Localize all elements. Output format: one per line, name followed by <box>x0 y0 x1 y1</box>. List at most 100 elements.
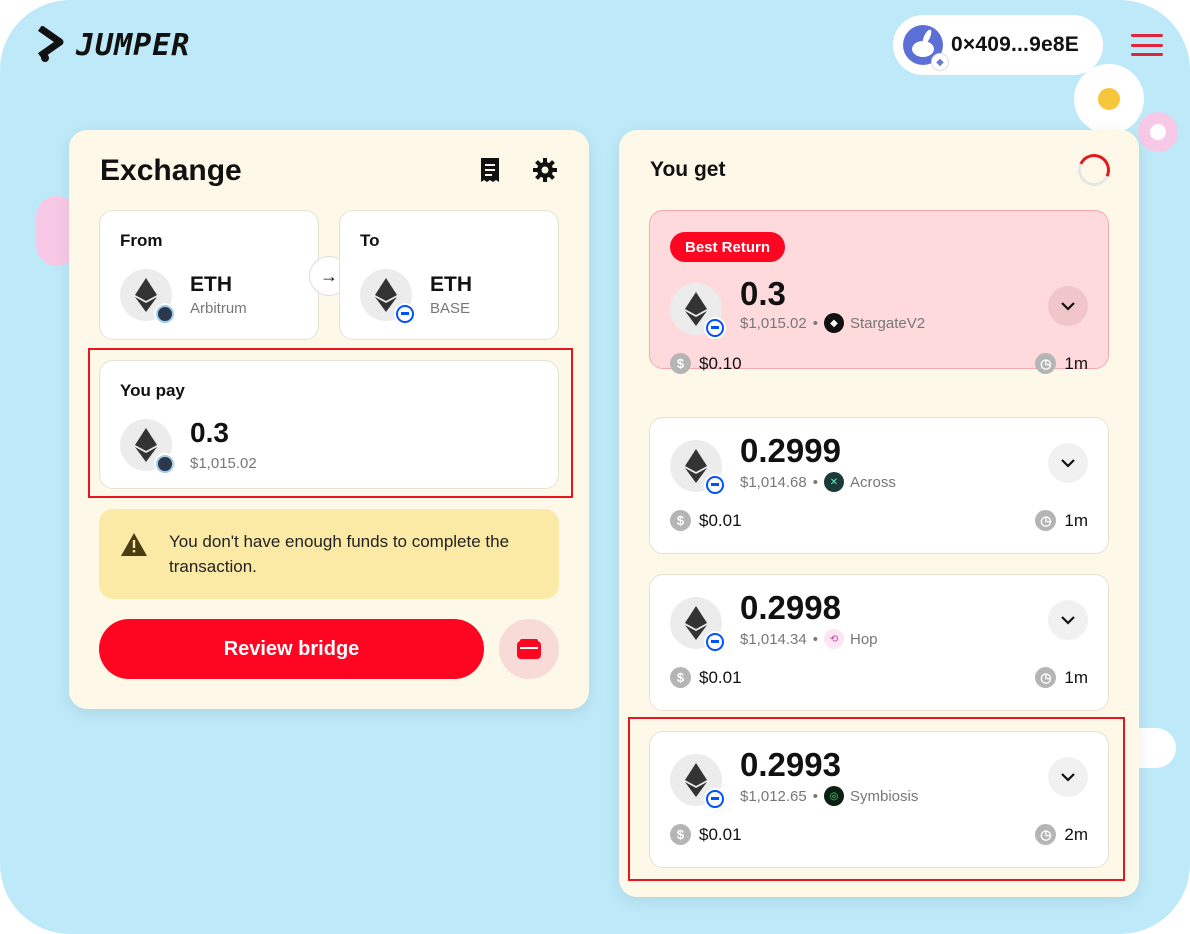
route-amount: 0.3 <box>740 275 786 312</box>
route-fee: $ $0.01 <box>670 824 742 845</box>
eth-network-icon: ◆ <box>931 53 949 71</box>
dollar-icon: $ <box>670 824 691 845</box>
from-token-symbol: ETH <box>190 273 232 296</box>
route-fee: $ $0.01 <box>670 510 742 531</box>
you-get-panel: You get Best Return 0.3 $1,015.02 • ◆ St… <box>619 130 1139 897</box>
from-token-card[interactable]: From ETH Arbitrum <box>99 210 319 340</box>
route-card[interactable]: 0.2998 $1,014.34 • ⟲ Hop $ $0.01 ◷ 1m <box>649 574 1109 711</box>
expand-route-button[interactable] <box>1048 286 1088 326</box>
page-title: Exchange <box>100 154 242 187</box>
to-token-card[interactable]: To ETH BASE <box>339 210 559 340</box>
base-chain-icon <box>394 303 416 325</box>
eth-token-icon <box>120 269 176 325</box>
menu-icon[interactable] <box>1131 34 1163 56</box>
base-chain-icon <box>704 631 726 653</box>
route-meta: $1,015.02 • ◆ StargateV2 <box>740 313 926 333</box>
across-logo-icon: ✕ <box>824 472 844 492</box>
dollar-icon: $ <box>670 667 691 688</box>
route-meta: $1,014.34 • ⟲ Hop <box>740 629 878 649</box>
insufficient-funds-warning: You don't have enough funds to complete … <box>99 509 559 599</box>
dollar-icon: $ <box>670 353 691 374</box>
chevron-down-icon <box>1061 772 1075 782</box>
best-return-badge: Best Return <box>670 232 786 262</box>
dollar-icon: $ <box>670 510 691 531</box>
route-usd-value: $1,014.68 <box>740 473 807 491</box>
eth-token-icon <box>670 754 726 810</box>
route-usd-value: $1,014.34 <box>740 630 807 648</box>
app-background: JUMPER ◆ 0×409...9e8E Exchange From ETH … <box>0 0 1190 934</box>
flower-decoration <box>1138 112 1178 152</box>
you-pay-card[interactable]: You pay 0.3 $1,015.02 <box>99 360 559 489</box>
settings-gear-icon[interactable] <box>530 155 560 185</box>
bridge-name: Symbiosis <box>850 787 919 805</box>
symbiosis-logo-icon: ◎ <box>824 786 844 806</box>
exchange-panel: Exchange From ETH Arbitrum → To ETH BASE… <box>69 130 589 709</box>
logo-icon <box>37 26 64 62</box>
warning-icon <box>121 533 147 556</box>
route-usd-value: $1,012.65 <box>740 787 807 805</box>
jumper-logo[interactable]: JUMPER <box>36 26 190 64</box>
fee-value: $0.01 <box>699 824 742 844</box>
review-bridge-button[interactable]: Review bridge <box>99 619 484 679</box>
time-value: 2m <box>1064 824 1088 844</box>
fee-value: $0.01 <box>699 510 742 530</box>
route-amount: 0.2998 <box>740 589 841 626</box>
time-value: 1m <box>1064 667 1088 687</box>
pay-amount-input[interactable]: 0.3 <box>190 417 229 449</box>
route-time: ◷ 2m <box>1035 824 1088 845</box>
route-meta: $1,012.65 • ◎ Symbiosis <box>740 786 919 806</box>
time-value: 1m <box>1064 510 1088 530</box>
expand-route-button[interactable] <box>1048 600 1088 640</box>
wallet-address: 0×409...9e8E <box>951 33 1079 56</box>
time-value: 1m <box>1064 353 1088 373</box>
clock-icon: ◷ <box>1035 353 1057 374</box>
from-label: From <box>120 231 163 250</box>
route-amount: 0.2999 <box>740 432 841 469</box>
you-get-title: You get <box>650 158 726 181</box>
fee-value: $0.10 <box>699 353 742 373</box>
wallet-icon <box>517 639 541 659</box>
expand-route-button[interactable] <box>1048 443 1088 483</box>
eth-token-icon <box>670 283 726 339</box>
chevron-down-icon <box>1061 301 1075 311</box>
flower-decoration <box>1080 70 1138 128</box>
logo-text: JUMPER <box>76 27 191 63</box>
route-time: ◷ 1m <box>1035 510 1088 531</box>
eth-token-icon <box>360 269 416 325</box>
clock-icon: ◷ <box>1035 510 1057 531</box>
wallet-button[interactable]: ◆ 0×409...9e8E <box>893 15 1103 75</box>
eth-token-icon <box>670 440 726 496</box>
arbitrum-chain-icon <box>154 453 176 475</box>
history-icon[interactable] <box>475 155 505 185</box>
pay-usd-value: $1,015.02 <box>190 455 257 472</box>
expand-route-button[interactable] <box>1048 757 1088 797</box>
route-card[interactable]: 0.2993 $1,012.65 • ◎ Symbiosis $ $0.01 ◷… <box>649 731 1109 868</box>
route-fee: $ $0.10 <box>670 353 742 374</box>
route-card[interactable]: 0.2999 $1,014.68 • ✕ Across $ $0.01 ◷ 1m <box>649 417 1109 554</box>
chevron-down-icon <box>1061 458 1075 468</box>
warning-text: You don't have enough funds to complete … <box>169 532 510 576</box>
bridge-name: Across <box>850 473 896 491</box>
route-time: ◷ 1m <box>1035 353 1088 374</box>
fee-value: $0.01 <box>699 667 742 687</box>
to-chain-name: BASE <box>430 300 471 317</box>
arrow-right-icon: → <box>320 265 338 286</box>
arbitrum-chain-icon <box>154 303 176 325</box>
you-pay-label: You pay <box>120 381 185 400</box>
route-time: ◷ 1m <box>1035 667 1088 688</box>
stargate-logo-icon: ◆ <box>824 313 844 333</box>
refresh-spinner-icon[interactable] <box>1073 149 1115 191</box>
hop-logo-icon: ⟲ <box>824 629 844 649</box>
route-meta: $1,014.68 • ✕ Across <box>740 472 896 492</box>
bridge-name: StargateV2 <box>850 314 926 332</box>
eth-token-icon <box>120 419 176 475</box>
eth-token-icon <box>670 597 726 653</box>
base-chain-icon <box>704 317 726 339</box>
wallet-connect-button[interactable] <box>499 619 559 679</box>
from-chain-name: Arbitrum <box>190 300 247 317</box>
avatar: ◆ <box>903 25 949 71</box>
clock-icon: ◷ <box>1035 667 1057 688</box>
route-fee: $ $0.01 <box>670 667 742 688</box>
to-token-symbol: ETH <box>430 273 472 296</box>
route-card-best[interactable]: Best Return 0.3 $1,015.02 • ◆ StargateV2… <box>649 210 1109 374</box>
